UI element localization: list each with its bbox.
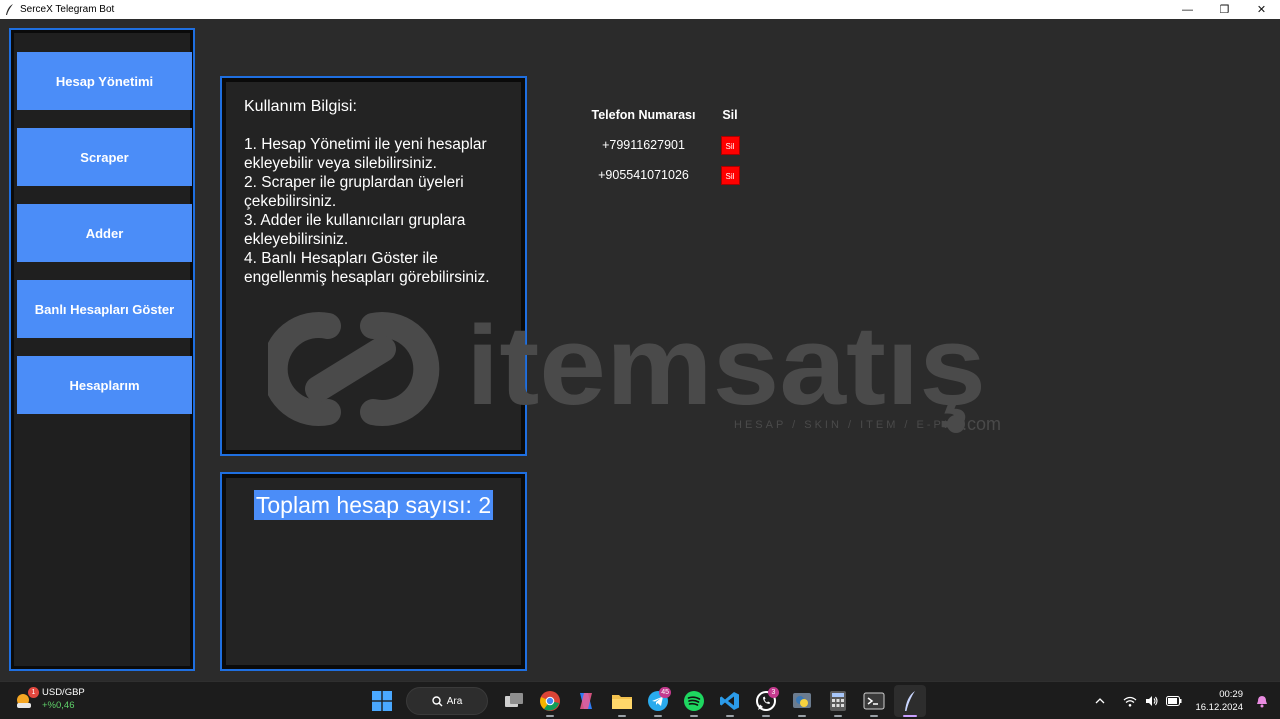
running-indicator bbox=[834, 715, 842, 717]
feather-app-taskbar-icon[interactable] bbox=[894, 685, 926, 717]
table-row: +905541071026 Sil bbox=[582, 160, 762, 190]
widget-change: +%0,46 bbox=[42, 700, 75, 711]
delete-cell: Sil bbox=[705, 165, 755, 185]
wifi-icon[interactable] bbox=[1120, 691, 1140, 711]
system-tray: 00:29 16.12.2024 bbox=[1089, 682, 1280, 719]
usage-info-line: 4. Banlı Hesapları Göster ile bbox=[244, 250, 438, 267]
usage-info-line: ekleyebilirsiniz. bbox=[244, 231, 349, 248]
account-count-panel: Toplam hesap sayısı: 2 bbox=[220, 472, 527, 671]
telegram-icon[interactable]: 45 bbox=[642, 685, 674, 717]
running-indicator bbox=[690, 715, 698, 717]
usage-info-heading: Kullanım Bilgisi: bbox=[244, 98, 357, 115]
total-accounts-label: Toplam hesap sayısı: 2 bbox=[253, 490, 494, 520]
running-indicator bbox=[870, 715, 878, 717]
search-icon bbox=[432, 695, 443, 706]
my-accounts-button[interactable]: Hesaplarım bbox=[17, 356, 192, 414]
running-indicator bbox=[618, 715, 626, 717]
widget-badge: 1 bbox=[28, 687, 39, 698]
file-explorer-icon[interactable] bbox=[606, 685, 638, 717]
usage-info-line: 3. Adder ile kullanıcıları gruplara bbox=[244, 212, 466, 229]
itemsatis-watermark: itemsatış HESAP / SKIN / ITEM / E-PIN .c… bbox=[268, 304, 1001, 434]
phone-number: +905541071026 bbox=[598, 168, 689, 182]
vscode-icon[interactable] bbox=[714, 685, 746, 717]
windows-icon bbox=[372, 691, 392, 711]
running-indicator bbox=[903, 715, 917, 717]
taskbar: 1 USD/GBP +%0,46 Ara 45 3 00:29 16.12.20… bbox=[0, 681, 1280, 719]
whatsapp-icon[interactable]: 3 bbox=[750, 685, 782, 717]
phone-number: +79911627901 bbox=[602, 138, 685, 152]
widget-text: USD/GBP +%0,46 bbox=[42, 686, 85, 712]
running-indicator bbox=[654, 715, 662, 717]
clock-time: 00:29 bbox=[1219, 689, 1243, 700]
running-indicator bbox=[726, 715, 734, 717]
calculator-icon[interactable] bbox=[822, 685, 854, 717]
app-window: Hesap Yönetimi Scraper Adder Banlı Hesap… bbox=[0, 19, 1280, 681]
whatsapp-badge: 3 bbox=[768, 687, 779, 698]
usage-info-line: engellenmiş hesapları görebilirsiniz. bbox=[244, 269, 490, 286]
widget-title: USD/GBP bbox=[42, 687, 85, 698]
chevron-up-icon[interactable] bbox=[1090, 691, 1110, 711]
itemsatis-logo-icon bbox=[268, 312, 440, 426]
feather-app-icon bbox=[6, 3, 13, 15]
delete-column-header: Sil bbox=[722, 108, 738, 122]
minimize-button[interactable]: — bbox=[1169, 0, 1206, 19]
python-file-icon[interactable] bbox=[786, 685, 818, 717]
delete-account-button[interactable]: Sil bbox=[720, 135, 740, 155]
usage-info-line: ekleyebilir veya silebilirsiniz. bbox=[244, 155, 437, 172]
delete-cell: Sil bbox=[705, 135, 755, 155]
start-button[interactable] bbox=[366, 685, 398, 717]
window-title: SerceX Telegram Bot bbox=[20, 4, 115, 15]
clock[interactable]: 00:29 16.12.2024 bbox=[1195, 688, 1243, 714]
phone-column-header: Telefon Numarası bbox=[591, 108, 696, 122]
clock-date: 16.12.2024 bbox=[1195, 702, 1243, 713]
watermark-suffix: .com bbox=[962, 414, 1001, 434]
window-controls: — ❐ ✕ bbox=[1169, 0, 1280, 19]
restore-button[interactable]: ❐ bbox=[1206, 0, 1243, 19]
sidebar-inner: Hesap Yönetimi Scraper Adder Banlı Hesap… bbox=[14, 33, 192, 666]
table-row: +79911627901 Sil bbox=[582, 130, 762, 160]
telegram-badge: 45 bbox=[659, 687, 671, 698]
adder-button[interactable]: Adder bbox=[17, 204, 192, 262]
watermark-brand: itemsatış bbox=[466, 304, 986, 428]
accounts-table: Telefon Numarası Sil +79911627901 Sil +9… bbox=[582, 106, 762, 190]
banned-accounts-button[interactable]: Banlı Hesapları Göster bbox=[17, 280, 192, 338]
accounts-table-header: Telefon Numarası Sil bbox=[582, 106, 762, 124]
usage-info-line: 2. Scraper ile gruplardan üyeleri bbox=[244, 174, 464, 191]
usage-info-line: çekebilirsiniz. bbox=[244, 193, 337, 210]
taskbar-search[interactable]: Ara bbox=[406, 687, 488, 715]
terminal-icon[interactable] bbox=[858, 685, 890, 717]
volume-icon[interactable] bbox=[1142, 691, 1162, 711]
scraper-button[interactable]: Scraper bbox=[17, 128, 192, 186]
notification-bell-icon[interactable] bbox=[1252, 691, 1272, 711]
running-indicator bbox=[546, 715, 554, 717]
running-indicator bbox=[762, 715, 770, 717]
account-count-content: Toplam hesap sayısı: 2 bbox=[226, 478, 521, 665]
search-label: Ara bbox=[446, 695, 463, 707]
running-indicator bbox=[798, 715, 806, 717]
battery-icon[interactable] bbox=[1164, 691, 1184, 711]
spotify-icon[interactable] bbox=[678, 685, 710, 717]
title-bar: SerceX Telegram Bot — ❐ ✕ bbox=[0, 0, 1280, 19]
copilot-icon[interactable] bbox=[570, 685, 602, 717]
task-view-icon[interactable] bbox=[498, 685, 530, 717]
sidebar: Hesap Yönetimi Scraper Adder Banlı Hesap… bbox=[9, 28, 195, 671]
usage-info-line: 1. Hesap Yönetimi ile yeni hesaplar bbox=[244, 136, 487, 153]
taskbar-apps: Ara 45 3 bbox=[364, 685, 928, 717]
watermark-tagline: HESAP / SKIN / ITEM / E-PIN bbox=[734, 419, 961, 431]
close-button[interactable]: ✕ bbox=[1243, 0, 1280, 19]
currency-widget-icon: 1 bbox=[14, 687, 39, 710]
widgets-button[interactable]: 1 USD/GBP +%0,46 bbox=[14, 686, 85, 712]
account-management-button[interactable]: Hesap Yönetimi bbox=[17, 52, 192, 110]
chrome-icon[interactable] bbox=[534, 685, 566, 717]
delete-account-button[interactable]: Sil bbox=[720, 165, 740, 185]
